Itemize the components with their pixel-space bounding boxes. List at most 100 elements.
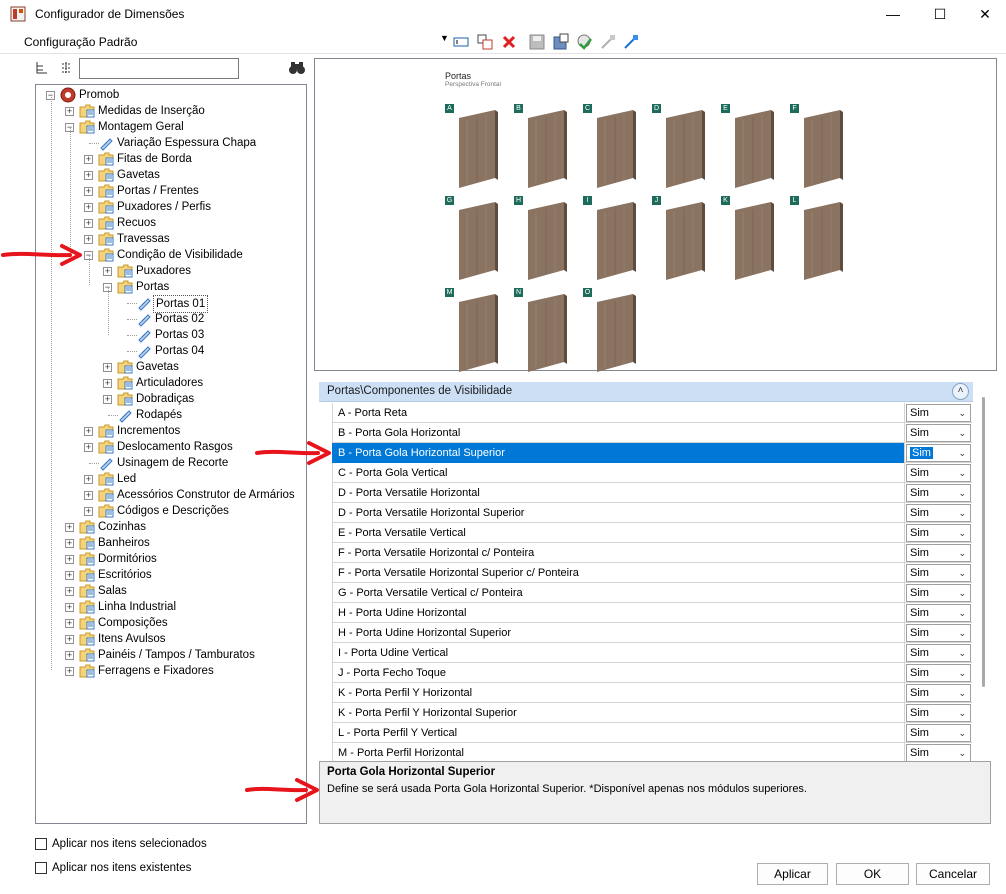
property-value-select[interactable]: Sim ⌄	[906, 744, 971, 761]
expand-icon[interactable]: +	[65, 107, 74, 116]
expand-icon[interactable]: +	[84, 427, 93, 436]
expand-icon[interactable]: +	[65, 619, 74, 628]
property-grid-scrollbar[interactable]	[982, 397, 985, 687]
property-value-select[interactable]: Sim ⌄	[906, 544, 971, 562]
property-row[interactable]: A - Porta Reta Sim ⌄	[332, 403, 972, 423]
copy-config-icon[interactable]	[476, 33, 494, 51]
tree-node-acessorios-construtor-de-armarios[interactable]: + Acessórios Construtor de Armários	[36, 487, 306, 503]
tree-node-codigos-e-descricoes[interactable]: + Códigos e Descrições	[36, 503, 306, 519]
expand-icon[interactable]: +	[65, 571, 74, 580]
checkbox-box[interactable]	[35, 862, 47, 874]
expand-icon[interactable]: +	[84, 203, 93, 212]
expand-icon[interactable]: +	[84, 443, 93, 452]
tree-node-portas-03[interactable]: Portas 03	[36, 327, 306, 343]
property-value-select[interactable]: Sim ⌄	[906, 464, 971, 482]
chevron-down-icon[interactable]: ⌄	[958, 685, 966, 701]
expand-icon[interactable]: +	[65, 523, 74, 532]
chevron-down-icon[interactable]: ⌄	[958, 485, 966, 501]
property-value-select[interactable]: Sim ⌄	[906, 644, 971, 662]
chevron-down-icon[interactable]: ⌄	[958, 545, 966, 561]
property-row[interactable]: F - Porta Versatile Horizontal c/ Pontei…	[332, 543, 972, 563]
property-row[interactable]: F - Porta Versatile Horizontal Superior …	[332, 563, 972, 583]
expand-icon[interactable]: +	[65, 603, 74, 612]
chevron-down-icon[interactable]: ⌄	[958, 645, 966, 661]
chevron-down-icon[interactable]: ⌄	[958, 585, 966, 601]
expand-icon[interactable]: +	[103, 267, 112, 276]
expand-icon[interactable]: +	[84, 475, 93, 484]
property-value-select[interactable]: Sim ⌄	[906, 404, 971, 422]
property-value-select[interactable]: Sim ⌄	[906, 524, 971, 542]
tree-node-composicoes[interactable]: + Composições	[36, 615, 306, 631]
tree-node-gavetas[interactable]: + Gavetas	[36, 167, 306, 183]
tree-node-portas-frentes[interactable]: + Portas / Frentes	[36, 183, 306, 199]
expand-icon[interactable]: +	[65, 635, 74, 644]
chevron-down-icon[interactable]: ⌄	[958, 465, 966, 481]
tree-node-variacao-espessura-chapa[interactable]: Variação Espessura Chapa	[36, 135, 306, 151]
property-row[interactable]: H - Porta Udine Horizontal Sim ⌄	[332, 603, 972, 623]
expand-icon[interactable]: +	[103, 395, 112, 404]
property-row[interactable]: G - Porta Versatile Vertical c/ Ponteira…	[332, 583, 972, 603]
tree-node-rodapes[interactable]: Rodapés	[36, 407, 306, 423]
property-row[interactable]: K - Porta Perfil Y Horizontal Superior Si…	[332, 703, 972, 723]
tree-node-articuladores[interactable]: + Articuladores	[36, 375, 306, 391]
expand-icon[interactable]: +	[65, 555, 74, 564]
ok-button[interactable]: OK	[836, 863, 909, 885]
chevron-down-icon[interactable]: ⌄	[958, 565, 966, 581]
property-row[interactable]: D - Porta Versatile Horizontal Sim ⌄	[332, 483, 972, 503]
expand-icon[interactable]: +	[84, 187, 93, 196]
expand-icon[interactable]: +	[65, 539, 74, 548]
chevron-down-icon[interactable]: ⌄	[958, 505, 966, 521]
checkbox-box[interactable]	[35, 838, 47, 850]
property-value-select[interactable]: Sim ⌄	[906, 424, 971, 442]
binoculars-icon[interactable]	[288, 60, 306, 76]
tree-node-led[interactable]: + Led	[36, 471, 306, 487]
property-row[interactable]: I - Porta Udine Vertical Sim ⌄	[332, 643, 972, 663]
save-icon[interactable]	[528, 33, 546, 51]
tree-node-dormitorios[interactable]: + Dormitórios	[36, 551, 306, 567]
property-value-select[interactable]: Sim ⌄	[906, 684, 971, 702]
property-value-select[interactable]: Sim ⌄	[906, 624, 971, 642]
property-row[interactable]: J - Porta Fecho Toque Sim ⌄	[332, 663, 972, 683]
tree-node-fitas-de-borda[interactable]: + Fitas de Borda	[36, 151, 306, 167]
property-value-select[interactable]: Sim ⌄	[906, 584, 971, 602]
tree-node-portas-04[interactable]: Portas 04	[36, 343, 306, 359]
chevron-down-icon[interactable]: ⌄	[958, 445, 966, 461]
expand-icon[interactable]: +	[84, 171, 93, 180]
chevron-down-icon[interactable]: ⌄	[958, 625, 966, 641]
chevron-down-icon[interactable]: ⌄	[958, 725, 966, 741]
collapse-tree-icon[interactable]	[59, 61, 73, 75]
tree-node-promob[interactable]: − Promob	[36, 87, 306, 103]
expand-icon[interactable]: +	[84, 491, 93, 500]
collapse-icon[interactable]: ˄	[952, 383, 969, 400]
tree-node-montagem-geral[interactable]: − Montagem Geral	[36, 119, 306, 135]
property-row[interactable]: E - Porta Versatile Vertical Sim ⌄	[332, 523, 972, 543]
property-value-select[interactable]: Sim ⌄	[906, 604, 971, 622]
property-value-select[interactable]: Sim ⌄	[906, 484, 971, 502]
configuration-select[interactable]: Configuração Padrão	[24, 35, 137, 49]
cancel-button[interactable]: Cancelar	[916, 863, 990, 885]
close-button[interactable]: ✕	[970, 4, 1000, 24]
property-row[interactable]: L - Porta Perfil Y Vertical Sim ⌄	[332, 723, 972, 743]
rename-icon[interactable]	[452, 33, 470, 51]
property-value-select[interactable]: Sim ⌄	[906, 664, 971, 682]
tree-node-portas-01[interactable]: Portas 01	[36, 295, 306, 313]
expand-icon[interactable]: +	[65, 667, 74, 676]
chevron-down-icon[interactable]: ⌄	[958, 525, 966, 541]
tree-node-medidas-de-insercao[interactable]: + Medidas de Inserção	[36, 103, 306, 119]
chevron-down-icon[interactable]: ⌄	[958, 745, 966, 761]
property-row[interactable]: K - Porta Perfil Y Horizontal Sim ⌄	[332, 683, 972, 703]
apply-check-icon[interactable]	[575, 33, 593, 51]
property-value-select[interactable]: Sim ⌄	[906, 564, 971, 582]
import-icon[interactable]	[599, 33, 617, 51]
chevron-down-icon[interactable]: ⌄	[958, 665, 966, 681]
chevron-down-icon[interactable]: ⌄	[958, 705, 966, 721]
tree-search-input[interactable]	[79, 58, 239, 79]
expand-icon[interactable]: +	[84, 219, 93, 228]
tree-node-portas-02[interactable]: Portas 02	[36, 311, 306, 327]
expand-icon[interactable]: +	[65, 587, 74, 596]
property-row[interactable]: D - Porta Versatile Horizontal Superior S…	[332, 503, 972, 523]
tree-node-escritorios[interactable]: + Escritórios	[36, 567, 306, 583]
expand-icon[interactable]: +	[84, 155, 93, 164]
tree-node-banheiros[interactable]: + Banheiros	[36, 535, 306, 551]
tree-node-dobradicas[interactable]: + Dobradiças	[36, 391, 306, 407]
